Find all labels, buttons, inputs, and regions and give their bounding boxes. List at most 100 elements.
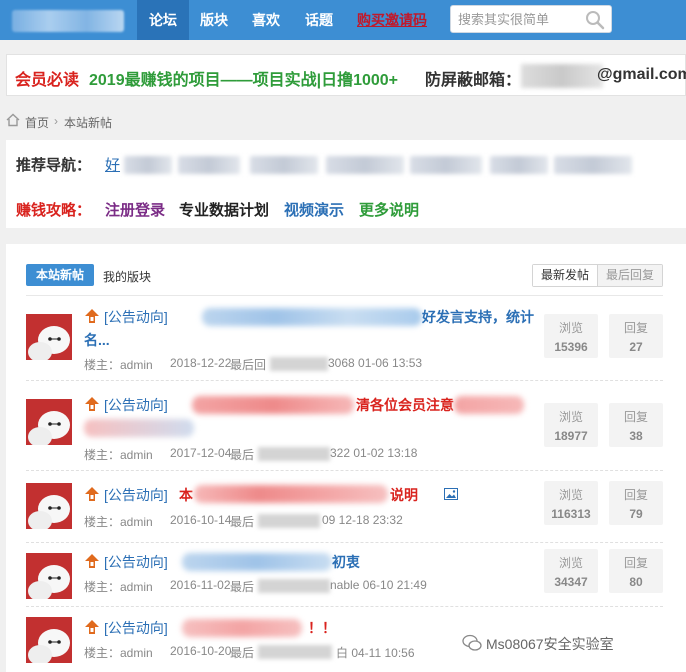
announcement-icon	[85, 487, 99, 501]
last-reply-label: 最后	[230, 580, 255, 594]
view-count: 浏览 116313	[544, 481, 598, 525]
thread-title[interactable]: ！！	[308, 618, 336, 638]
announcement-icon	[85, 397, 99, 411]
thread-date: 2016-10-14	[170, 513, 232, 527]
guide-more-link[interactable]: 更多说明	[359, 199, 419, 220]
baymax-avatar-image	[26, 399, 72, 445]
site-logo[interactable]	[12, 10, 124, 32]
redacted-nav-link[interactable]	[554, 156, 632, 174]
search-icon[interactable]	[585, 10, 605, 30]
search-input[interactable]	[458, 6, 584, 32]
nav-forum[interactable]: 论坛	[137, 0, 189, 40]
avatar[interactable]	[26, 483, 72, 529]
last-reply-label: 最后	[230, 515, 255, 529]
tab-new-posts[interactable]: 本站新帖	[26, 264, 94, 286]
view-count: 浏览 34347	[544, 549, 598, 593]
thread-date: 2016-11-02	[170, 578, 231, 592]
buy-invite-link[interactable]: 购买邀请码	[352, 0, 432, 40]
redacted-email	[521, 64, 603, 88]
thread-title[interactable]: 初衷	[332, 552, 360, 572]
avatar[interactable]	[26, 399, 72, 445]
redacted-title[interactable]	[84, 419, 194, 437]
baymax-avatar-image	[26, 483, 72, 529]
announcement-icon	[85, 309, 99, 323]
home-icon[interactable]	[6, 113, 20, 127]
email-label: 防屏蔽邮箱：	[425, 72, 522, 89]
reply-count: 回复 38	[609, 403, 663, 447]
avatar[interactable]	[26, 617, 72, 663]
thread-date: 2017-12-04	[170, 446, 232, 460]
redacted-nav-link[interactable]	[410, 156, 482, 174]
last-reply-info: nable 06-10 21:49	[330, 578, 427, 592]
redacted-title[interactable]	[202, 308, 422, 326]
thread-category[interactable]: [公告动向]	[104, 618, 168, 638]
recommend-panel: 推荐导航： 好 赚钱攻略： 注册登录 专业数据计划 视频演示 更多说明	[6, 140, 686, 228]
view-count: 浏览 18977	[544, 403, 598, 447]
thread-date: 2016-10-20	[170, 644, 232, 658]
thread-category[interactable]: [公告动向]	[104, 307, 168, 327]
guide-register-link[interactable]: 注册登录	[105, 199, 165, 220]
nav-topics[interactable]: 话题	[294, 0, 344, 40]
money-guide-label: 赚钱攻略：	[16, 202, 92, 219]
thread-author: 楼主：admin	[84, 515, 153, 529]
wechat-icon	[462, 634, 482, 651]
sort-toggle: 最新发帖 最后回复	[532, 264, 663, 287]
redacted-title[interactable]	[192, 396, 354, 414]
thread-title-head[interactable]: 本	[179, 485, 193, 505]
redacted-title[interactable]	[454, 396, 524, 414]
breadcrumb-current: 本站新帖	[64, 116, 113, 130]
tab-my-sections[interactable]: 我的版块	[103, 268, 151, 285]
redacted-title[interactable]	[194, 485, 388, 503]
redacted-user	[270, 357, 328, 371]
last-reply-label: 最后	[230, 448, 255, 462]
redacted-title[interactable]	[182, 619, 302, 637]
baymax-avatar-image	[26, 617, 72, 663]
last-reply-info: 09 12-18 23:32	[322, 513, 403, 527]
redacted-nav-link[interactable]	[490, 156, 548, 174]
project-link[interactable]: 2019最赚钱的项目——项目实战|日撸1000+	[89, 66, 398, 90]
announcement-icon	[85, 554, 99, 568]
thread-author: 楼主：admin	[84, 358, 153, 372]
redacted-nav-link[interactable]	[124, 156, 172, 174]
sort-last-reply-button[interactable]: 最后回复	[598, 265, 662, 286]
avatar[interactable]	[26, 314, 72, 360]
redacted-user	[258, 579, 330, 593]
thread-title-line2[interactable]: 名...	[84, 330, 110, 350]
watermark-text: Ms08067安全实验室	[486, 636, 614, 652]
nav-likes[interactable]: 喜欢	[241, 0, 291, 40]
breadcrumb-home[interactable]: 首页	[25, 114, 49, 131]
thread-category[interactable]: [公告动向]	[104, 395, 168, 415]
chevron-right-icon: ›	[54, 114, 58, 128]
thread-row: [公告动向] 初衷 楼主：admin 2016-11-02 最后 nable 0…	[26, 543, 663, 607]
thread-author: 楼主：admin	[84, 646, 153, 660]
redacted-title[interactable]	[182, 553, 332, 571]
avatar[interactable]	[26, 553, 72, 599]
recommend-nav-link-first[interactable]: 好	[105, 154, 120, 175]
reply-count: 回复 80	[609, 549, 663, 593]
member-banner: 会员必读 2019最赚钱的项目——项目实战|日撸1000+ 防屏蔽邮箱： @gm…	[6, 54, 686, 96]
redacted-user	[258, 645, 332, 659]
thread-category[interactable]: [公告动向]	[104, 552, 168, 572]
thread-category[interactable]: [公告动向]	[104, 485, 168, 505]
image-attachment-icon	[444, 488, 458, 500]
guide-data-plan-link[interactable]: 专业数据计划	[179, 199, 269, 220]
thread-title[interactable]: 说明	[390, 485, 418, 505]
baymax-avatar-image	[26, 314, 72, 360]
last-reply-info: 322 01-02 13:18	[330, 446, 418, 460]
redacted-user	[258, 514, 320, 528]
guide-video-link[interactable]: 视频演示	[284, 199, 344, 220]
reply-count: 回复 79	[609, 481, 663, 525]
redacted-nav-link[interactable]	[178, 156, 240, 174]
sort-newest-button[interactable]: 最新发帖	[533, 265, 598, 286]
thread-date: 2018-12-22	[170, 356, 232, 370]
thread-title[interactable]: 好发言支持，统计	[422, 307, 534, 327]
email-suffix: @gmail.com	[597, 66, 686, 83]
redacted-nav-link[interactable]	[326, 156, 404, 174]
last-reply-info: 白 04-11 10:56	[336, 646, 415, 660]
nav-sections[interactable]: 版块	[189, 0, 239, 40]
view-count: 浏览 15396	[544, 314, 598, 358]
redacted-nav-link[interactable]	[250, 156, 318, 174]
member-notice-label[interactable]: 会员必读	[15, 66, 79, 90]
recommend-nav-label: 推荐导航：	[16, 157, 92, 174]
thread-title[interactable]: 清各位会员注意	[356, 395, 454, 415]
